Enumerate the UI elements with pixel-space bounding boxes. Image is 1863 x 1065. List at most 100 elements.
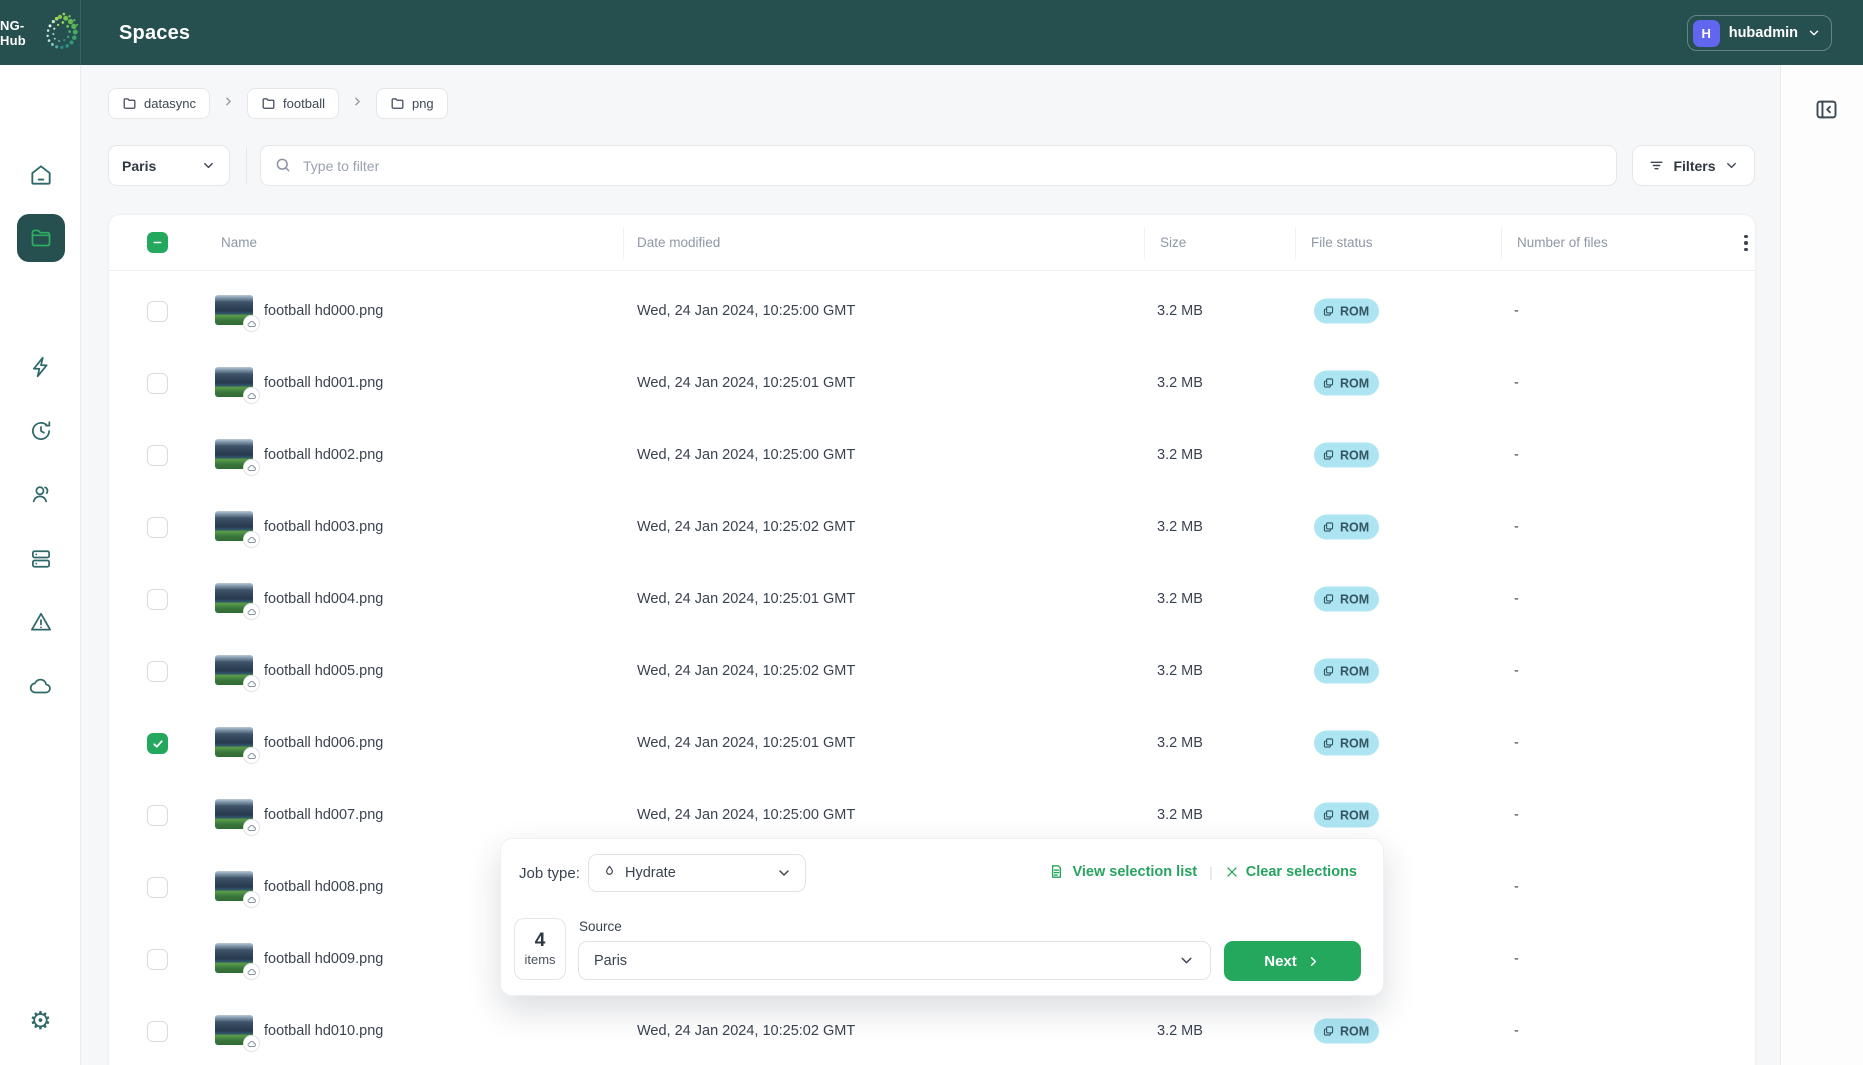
document-icon <box>1048 863 1065 880</box>
size-cell: 3.2 MB <box>1157 303 1203 319</box>
file-name[interactable]: football hd001.png <box>264 375 383 391</box>
table-row: football hd004.png Wed, 24 Jan 2024, 10:… <box>109 563 1755 635</box>
date-modified-cell: Wed, 24 Jan 2024, 10:25:00 GMT <box>637 303 855 319</box>
job-type-dropdown[interactable]: Hydrate <box>588 854 806 892</box>
sidebar-nav: ⚙ <box>0 65 81 1065</box>
chevron-down-icon <box>776 865 792 881</box>
expand-panel-button[interactable] <box>1813 96 1840 128</box>
file-name[interactable]: football hd007.png <box>264 807 383 823</box>
sidebar-item-jobs[interactable] <box>0 354 81 380</box>
row-checkbox[interactable] <box>147 877 168 898</box>
column-header-status[interactable]: File status <box>1311 235 1373 250</box>
view-selection-list-link[interactable]: View selection list <box>1048 863 1197 880</box>
sidebar-item-home[interactable] <box>0 162 81 188</box>
copy-icon <box>1322 305 1335 318</box>
copy-icon <box>1322 593 1335 606</box>
file-thumbnail <box>215 943 253 973</box>
user-menu[interactable]: H hubadmin <box>1687 15 1832 51</box>
file-status-badge: ROM <box>1314 443 1379 468</box>
sidebar-item-users[interactable] <box>0 481 81 507</box>
file-name[interactable]: football hd006.png <box>264 735 383 751</box>
sidebar-item-cloud[interactable] <box>0 673 81 699</box>
column-header-date[interactable]: Date modified <box>637 235 720 250</box>
sidebar-item-storage[interactable] <box>0 546 81 572</box>
select-all-checkbox[interactable] <box>147 232 168 253</box>
file-name[interactable]: football hd002.png <box>264 447 383 463</box>
date-modified-cell: Wed, 24 Jan 2024, 10:25:01 GMT <box>637 375 855 391</box>
table-row: football hd010.png Wed, 24 Jan 2024, 10:… <box>109 995 1755 1065</box>
row-checkbox[interactable] <box>147 589 168 610</box>
file-name[interactable]: football hd009.png <box>264 951 383 967</box>
row-checkbox[interactable] <box>147 733 168 754</box>
row-checkbox[interactable] <box>147 661 168 682</box>
check-icon <box>152 738 164 750</box>
row-checkbox[interactable] <box>147 1021 168 1042</box>
search-input[interactable] <box>260 145 1617 186</box>
cloud-icon <box>247 823 257 833</box>
file-name[interactable]: football hd003.png <box>264 519 383 535</box>
column-header-name[interactable]: Name <box>221 235 257 250</box>
files-count-cell: - <box>1514 879 1519 895</box>
column-header-size[interactable]: Size <box>1160 235 1186 250</box>
file-name[interactable]: football hd004.png <box>264 591 383 607</box>
right-rail <box>1780 65 1863 1065</box>
sidebar-item-spaces[interactable] <box>17 214 65 262</box>
clear-selections-link[interactable]: Clear selections <box>1225 864 1357 880</box>
copy-icon <box>1322 665 1335 678</box>
app-logo[interactable]: NG-Hub <box>0 0 81 65</box>
file-status-cell: ROM <box>1314 803 1379 828</box>
droplet-icon <box>602 864 617 883</box>
filters-button[interactable]: Filters <box>1632 145 1755 186</box>
job-action-panel: Job type: Hydrate View selection list | … <box>500 838 1384 996</box>
breadcrumb-label: datasync <box>144 96 196 111</box>
file-name[interactable]: football hd010.png <box>264 1023 383 1039</box>
row-checkbox[interactable] <box>147 949 168 970</box>
job-type-label: Job type: <box>519 865 580 882</box>
column-divider <box>1501 227 1502 259</box>
source-dropdown[interactable]: Paris <box>108 145 230 186</box>
sidebar-item-settings[interactable]: ⚙ <box>0 1008 81 1033</box>
app-logo-text: NG-Hub <box>0 18 48 48</box>
file-status-cell: ROM <box>1314 515 1379 540</box>
date-modified-cell: Wed, 24 Jan 2024, 10:25:01 GMT <box>637 591 855 607</box>
chevron-down-icon <box>1807 26 1821 40</box>
items-count-label: items <box>524 952 555 967</box>
file-status-badge: ROM <box>1314 587 1379 612</box>
page-title: Spaces <box>119 22 190 45</box>
file-name[interactable]: football hd008.png <box>264 879 383 895</box>
app-root: NG-Hub Spaces H hubad <box>0 0 1863 1065</box>
row-checkbox[interactable] <box>147 301 168 322</box>
file-name[interactable]: football hd005.png <box>264 663 383 679</box>
breadcrumb-item-png[interactable]: png <box>376 88 448 119</box>
column-header-files[interactable]: Number of files <box>1517 235 1608 250</box>
source-dropdown-value: Paris <box>122 158 156 174</box>
file-thumbnail <box>215 871 253 901</box>
row-checkbox[interactable] <box>147 373 168 394</box>
row-checkbox[interactable] <box>147 517 168 538</box>
row-checkbox[interactable] <box>147 805 168 826</box>
row-checkbox[interactable] <box>147 445 168 466</box>
cloud-icon <box>247 895 257 905</box>
breadcrumb-label: png <box>412 96 434 111</box>
file-thumbnail <box>215 295 253 325</box>
date-modified-cell: Wed, 24 Jan 2024, 10:25:02 GMT <box>637 1023 855 1039</box>
breadcrumb-item-datasync[interactable]: datasync <box>108 88 210 119</box>
file-status-cell: ROM <box>1314 1019 1379 1044</box>
sidebar-item-alerts[interactable] <box>0 609 81 635</box>
file-name[interactable]: football hd000.png <box>264 303 383 319</box>
sidebar-item-history[interactable] <box>0 418 81 444</box>
breadcrumb-item-football[interactable]: football <box>247 88 339 119</box>
chevron-right-icon <box>222 95 235 108</box>
size-cell: 3.2 MB <box>1157 519 1203 535</box>
copy-icon <box>1322 1025 1335 1038</box>
files-count-cell: - <box>1514 447 1519 463</box>
file-status-label: ROM <box>1340 592 1369 606</box>
cloud-icon <box>247 967 257 977</box>
sync-status-badge <box>243 891 260 908</box>
sync-status-badge <box>243 459 260 476</box>
table-options-button[interactable] <box>1734 229 1756 257</box>
files-count-cell: - <box>1514 951 1519 967</box>
copy-icon <box>1322 809 1335 822</box>
source-select[interactable]: Paris <box>578 941 1211 980</box>
next-button[interactable]: Next <box>1224 941 1361 981</box>
